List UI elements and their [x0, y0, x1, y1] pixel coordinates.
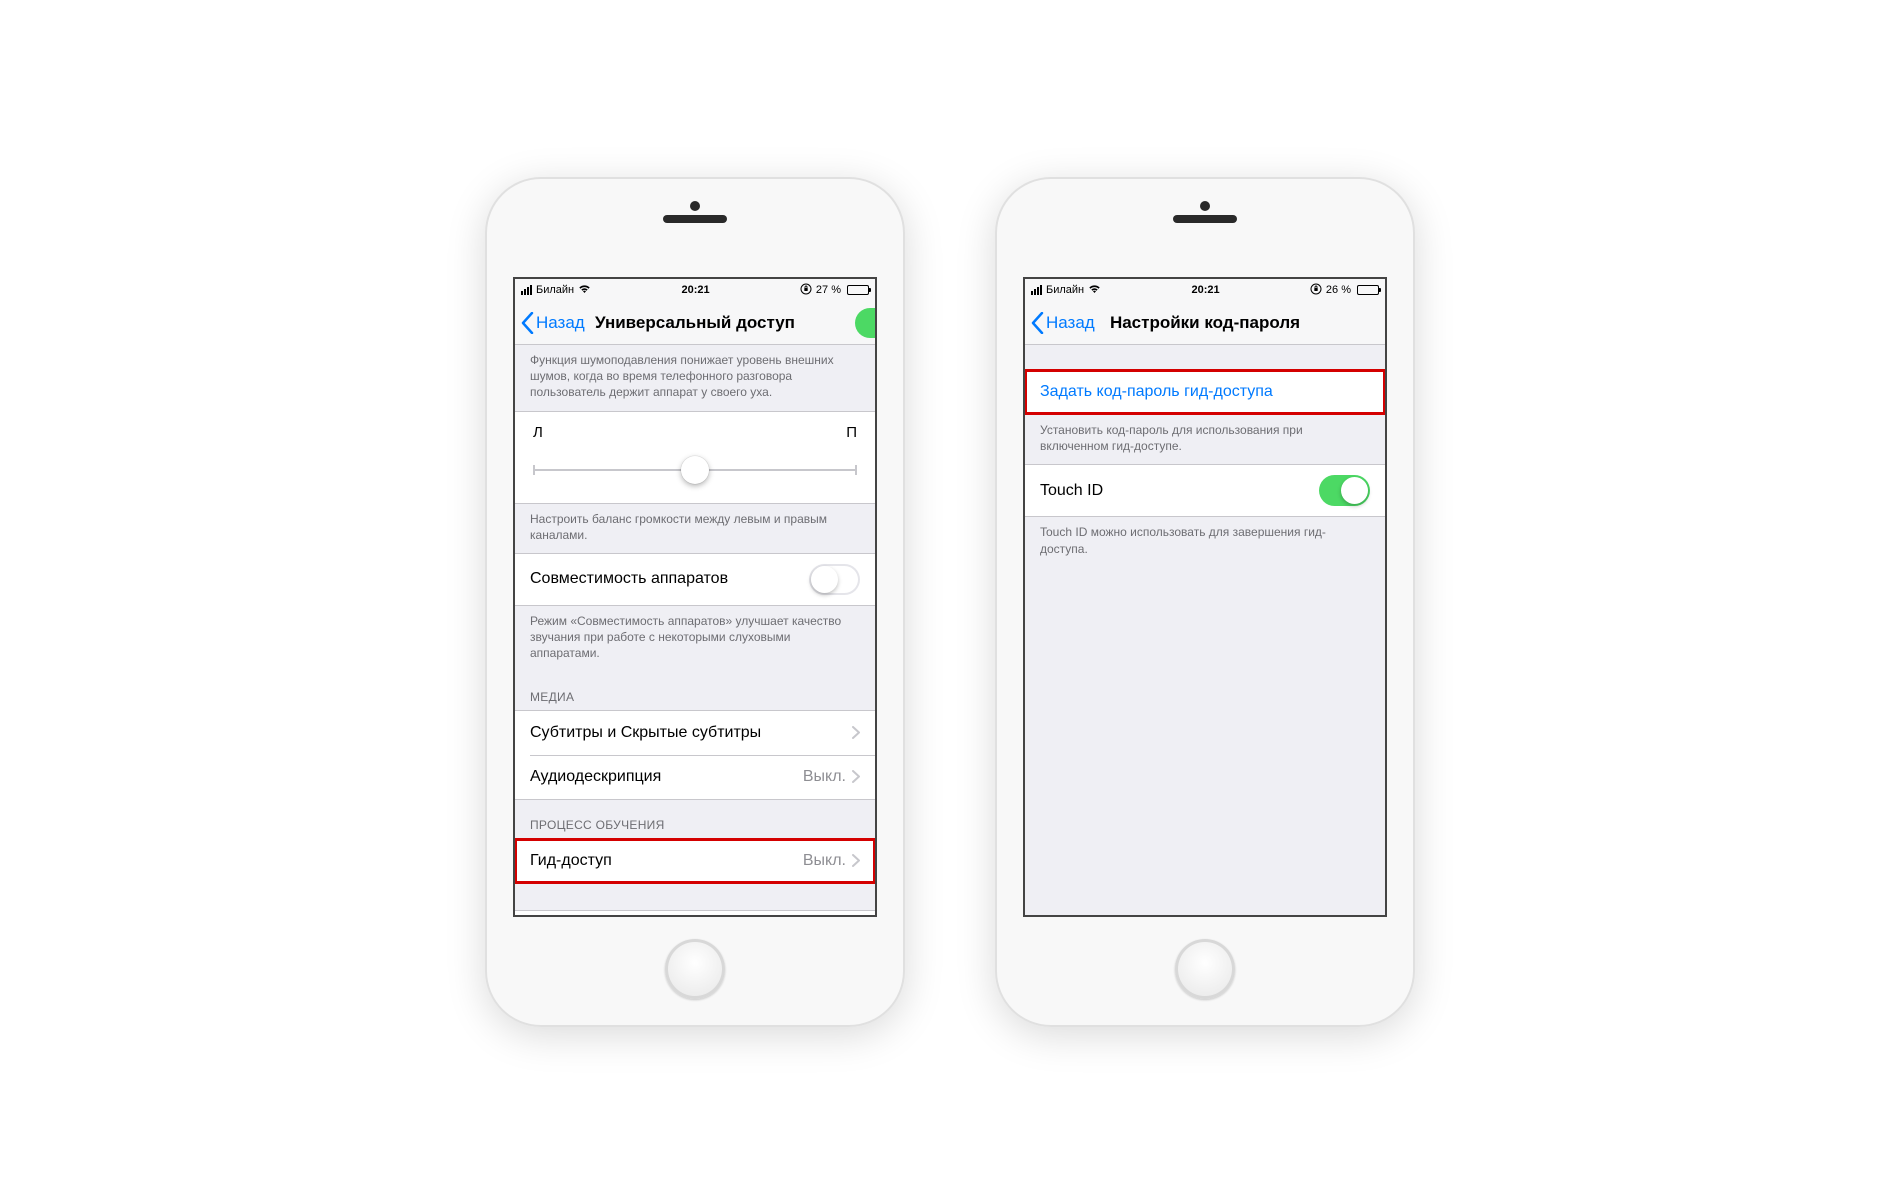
- chevron-left-icon: [521, 312, 534, 334]
- guided-access-value: Выкл.: [803, 852, 846, 870]
- wifi-icon: [578, 284, 591, 297]
- guided-access-label: Гид-доступ: [530, 852, 612, 870]
- page-title: Универсальный доступ: [595, 313, 795, 333]
- content-scroll[interactable]: Функция шумоподавления понижает уровень …: [515, 345, 875, 915]
- balance-description: Настроить баланс громкости между левым и…: [515, 504, 875, 553]
- battery-percent: 27 %: [816, 284, 841, 296]
- earpiece-speaker: [1173, 215, 1237, 223]
- status-time: 20:21: [681, 284, 709, 296]
- back-label: Назад: [1046, 313, 1095, 333]
- touchid-label: Touch ID: [1040, 482, 1103, 500]
- content-scroll[interactable]: Задать код-пароль гид-доступа Установить…: [1025, 345, 1385, 915]
- section-header-media: МЕДИА: [515, 672, 875, 710]
- screen-left: Билайн 20:21 27 % Назад Универсальный до…: [513, 277, 877, 917]
- back-button[interactable]: Назад: [521, 301, 585, 344]
- carrier-name: Билайн: [536, 284, 574, 296]
- battery-percent: 26 %: [1326, 284, 1351, 296]
- set-passcode-cell[interactable]: Задать код-пароль гид-доступа: [1025, 370, 1385, 414]
- front-camera-dot: [1200, 201, 1210, 211]
- front-camera-dot: [690, 201, 700, 211]
- touchid-switch[interactable]: [1319, 475, 1370, 506]
- battery-icon: [847, 285, 869, 295]
- chevron-right-icon: [852, 854, 860, 867]
- orientation-lock-icon: [1310, 283, 1322, 298]
- guided-access-cell[interactable]: Гид-доступ Выкл.: [515, 839, 875, 883]
- noise-cancel-description: Функция шумоподавления понижает уровень …: [515, 345, 875, 411]
- phone-left: Билайн 20:21 27 % Назад Универсальный до…: [485, 177, 905, 1027]
- audiodescription-label: Аудиодескрипция: [530, 768, 661, 786]
- subtitles-label: Субтитры и Скрытые субтитры: [530, 724, 761, 742]
- balance-left-label: Л: [533, 424, 543, 441]
- status-bar: Билайн 20:21 27 %: [515, 279, 875, 301]
- shortcuts-cell[interactable]: Быстрые команды Выкл.: [515, 911, 875, 916]
- earpiece-speaker: [663, 215, 727, 223]
- hearing-compat-cell[interactable]: Совместимость аппаратов: [515, 554, 875, 605]
- back-button[interactable]: Назад: [1031, 301, 1095, 344]
- set-passcode-description: Установить код-пароль для использования …: [1025, 415, 1385, 464]
- subtitles-cell[interactable]: Субтитры и Скрытые субтитры: [515, 711, 875, 755]
- nav-bar: Назад Универсальный доступ: [515, 301, 875, 345]
- hearing-compat-switch[interactable]: [809, 564, 860, 595]
- home-button[interactable]: [1175, 939, 1235, 999]
- wifi-icon: [1088, 284, 1101, 297]
- status-time: 20:21: [1191, 284, 1219, 296]
- touchid-cell[interactable]: Touch ID: [1025, 465, 1385, 516]
- orientation-lock-icon: [800, 283, 812, 298]
- signal-icon: [1031, 285, 1042, 295]
- signal-icon: [521, 285, 532, 295]
- back-label: Назад: [536, 313, 585, 333]
- sensor-bar: [663, 215, 727, 223]
- battery-icon: [1357, 285, 1379, 295]
- hearing-compat-description: Режим «Совместимость аппаратов» улучшает…: [515, 606, 875, 672]
- sensor-bar: [1173, 215, 1237, 223]
- chevron-left-icon: [1031, 312, 1044, 334]
- status-bar: Билайн 20:21 26 %: [1025, 279, 1385, 301]
- nav-bar: Назад Настройки код-пароля: [1025, 301, 1385, 345]
- balance-slider[interactable]: [533, 455, 857, 485]
- home-button[interactable]: [665, 939, 725, 999]
- set-passcode-label: Задать код-пароль гид-доступа: [1040, 383, 1273, 401]
- touchid-description: Touch ID можно использовать для завершен…: [1025, 517, 1385, 566]
- section-header-learning: ПРОЦЕСС ОБУЧЕНИЯ: [515, 800, 875, 838]
- balance-right-label: П: [846, 424, 857, 441]
- audiodescription-cell[interactable]: Аудиодескрипция Выкл.: [515, 755, 875, 799]
- hearing-compat-label: Совместимость аппаратов: [530, 570, 728, 588]
- carrier-name: Билайн: [1046, 284, 1084, 296]
- slider-thumb[interactable]: [681, 456, 709, 484]
- screen-right: Билайн 20:21 26 % Назад Настройки код-па…: [1023, 277, 1387, 917]
- chevron-right-icon: [852, 726, 860, 739]
- audiodescription-value: Выкл.: [803, 768, 846, 786]
- phone-right: Билайн 20:21 26 % Назад Настройки код-па…: [995, 177, 1415, 1027]
- partial-toggle: [855, 308, 877, 338]
- audio-balance-cell: Л П: [515, 411, 875, 504]
- page-title: Настройки код-пароля: [1110, 313, 1300, 333]
- chevron-right-icon: [852, 770, 860, 783]
